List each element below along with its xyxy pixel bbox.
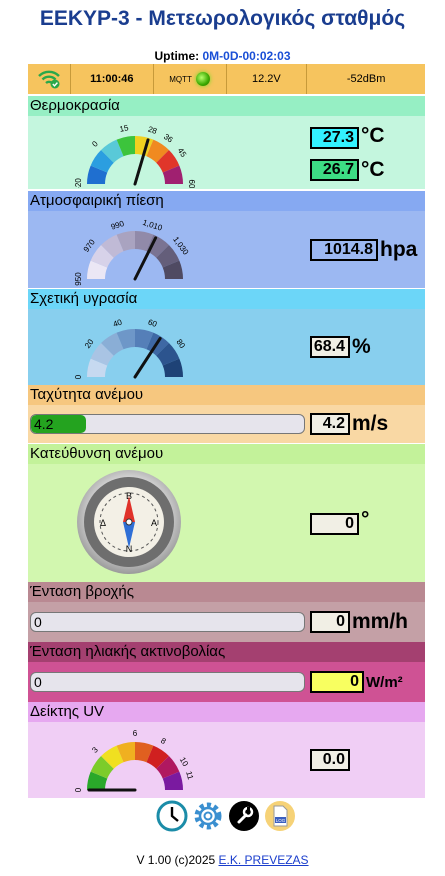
humidity-unit: % — [352, 335, 371, 358]
solar-unit: W/m² — [366, 674, 403, 691]
mqtt-status: MQTT — [154, 64, 227, 94]
solar-value: 0 — [310, 671, 364, 693]
gauge-tick-label: 1,010 — [142, 218, 164, 233]
rain-panel: 0 0 mm/h — [28, 602, 425, 642]
temperature-unit-2: °C — [361, 158, 385, 181]
uv-value: 0.0 — [310, 749, 350, 771]
mqtt-label: MQTT — [169, 74, 192, 84]
mqtt-led-icon — [195, 72, 210, 86]
gauge-tick-label: 60 — [147, 318, 159, 329]
gauge-tick-label: 80 — [174, 338, 187, 351]
gauge-tick-label: 8 — [159, 736, 168, 746]
gauge-tick-label: 10 — [178, 756, 191, 769]
temperature-panel: -20 0 15 28 36 45 60 27.3 °C 26.7 °C — [28, 116, 425, 189]
gauge-tick-label: 3 — [90, 745, 100, 755]
uptime: Uptime: 0M-0D-00:02:03 — [0, 49, 445, 63]
voltage: 12.2V — [227, 64, 308, 94]
compass-west-label: Δ — [100, 518, 106, 528]
humidity-gauge: 0 20 40 60 80 — [74, 317, 187, 379]
wifi-icon — [28, 64, 71, 94]
footer-version: V 1.00 (c)2025 — [136, 853, 216, 867]
wrench-icon[interactable] — [228, 800, 260, 832]
pressure-gauge: 950970990 1,0101,030 — [74, 218, 191, 286]
temperature-unit-1: °C — [361, 124, 385, 147]
gauge-tick-label: 15 — [119, 123, 130, 134]
compass-icon: B N A Δ — [77, 470, 181, 574]
gauge-tick-label: 970 — [82, 237, 97, 254]
rain-bar: 0 — [30, 612, 305, 632]
temperature-value-1: 27.3 — [310, 127, 359, 149]
gear-icon[interactable] — [192, 800, 224, 832]
uptime-value: 0M-0D-00:02:03 — [202, 49, 291, 63]
wind-speed-panel: 4.2 4.2 m/s — [28, 405, 425, 443]
wind-direction-header: Κατεύθυνση ανέμου — [28, 444, 425, 464]
rain-bar-text: 0 — [34, 614, 42, 630]
solar-bar: 0 — [30, 672, 305, 692]
gauge-tick-label: 20 — [83, 337, 96, 350]
solar-panel: 0 0 W/m² — [28, 662, 425, 702]
footer-link[interactable]: E.K. PREVEZAS — [219, 853, 309, 867]
gauge-tick-label: 11 — [184, 770, 195, 781]
compass-east-label: A — [151, 518, 157, 528]
rain-value: 0 — [310, 611, 350, 633]
signal-strength: -52dBm — [346, 73, 386, 85]
gauge-tick-label: 45 — [176, 146, 189, 159]
wind-direction-unit: ° — [361, 508, 370, 531]
uv-gauge: 0 3 6 8 1011 — [74, 729, 195, 792]
temperature-value-2: 26.7 — [310, 159, 359, 181]
rain-header: Ένταση βροχής — [28, 582, 425, 602]
wind-speed-value: 4.2 — [310, 413, 350, 435]
gauge-tick-label: 6 — [133, 729, 138, 738]
pressure-value: 1014.8 — [310, 239, 378, 261]
wind-speed-header: Ταχύτητα ανέμου — [28, 385, 425, 405]
gauge-tick-label: 40 — [112, 317, 124, 328]
log-file-icon[interactable]: LOG — [264, 800, 296, 832]
status-bar: 11:00:46 MQTT 12.2V -52dBm — [28, 64, 425, 94]
gauge-tick-label: 0 — [74, 374, 83, 379]
gauge-tick-label: -20 — [74, 178, 83, 188]
wind-direction-panel: B N A Δ 0 ° — [28, 464, 425, 582]
toolbar: LOG — [156, 800, 296, 832]
humidity-header: Σχετική υγρασία — [28, 289, 425, 309]
footer: V 1.00 (c)2025 E.K. PREVEZAS — [0, 853, 445, 867]
gauge-tick-label: 0 — [74, 787, 83, 792]
gauge-tick-label: 950 — [74, 272, 83, 286]
pressure-header: Ατμοσφαιρική πίεση — [28, 191, 425, 211]
log-label: LOG — [276, 818, 286, 823]
page-title: EEKYP-3 - Μετεωρολογικός σταθμός — [39, 7, 406, 30]
wind-direction-value: 0 — [310, 513, 359, 535]
rain-unit: mm/h — [352, 610, 409, 633]
solar-bar-text: 0 — [34, 674, 42, 690]
humidity-value: 68.4 — [310, 336, 350, 358]
wind-speed-unit: m/s — [352, 412, 389, 435]
uv-header: Δείκτης UV — [28, 702, 425, 722]
uv-panel: 0 3 6 8 10 11 0.0 — [28, 722, 425, 798]
clock: 11:00:46 — [71, 64, 154, 94]
humidity-panel: 0 20 40 60 80 68.4 % — [28, 309, 425, 385]
pressure-unit: hpa — [380, 238, 418, 261]
uptime-label: Uptime: — [154, 49, 200, 63]
gauge-tick-label: 990 — [110, 219, 126, 232]
wind-speed-bar: 4.2 — [30, 414, 305, 434]
solar-header: Ένταση ηλιακής ακτινοβολίας — [28, 642, 425, 662]
wind-speed-bar-text: 4.2 — [34, 416, 54, 432]
pressure-panel: 950 970 990 1,010 1,030 1014.8 hpa — [28, 211, 425, 288]
temperature-header: Θερμοκρασία — [28, 96, 425, 116]
temperature-gauge: -20 0 15 283645 60 — [74, 123, 196, 188]
gauge-tick-label: 36 — [162, 132, 175, 145]
gauge-tick-label: 28 — [147, 125, 159, 136]
gauge-tick-label: 0 — [90, 139, 100, 149]
gauge-tick-label: 60 — [187, 180, 196, 188]
clock-icon[interactable] — [156, 800, 188, 832]
